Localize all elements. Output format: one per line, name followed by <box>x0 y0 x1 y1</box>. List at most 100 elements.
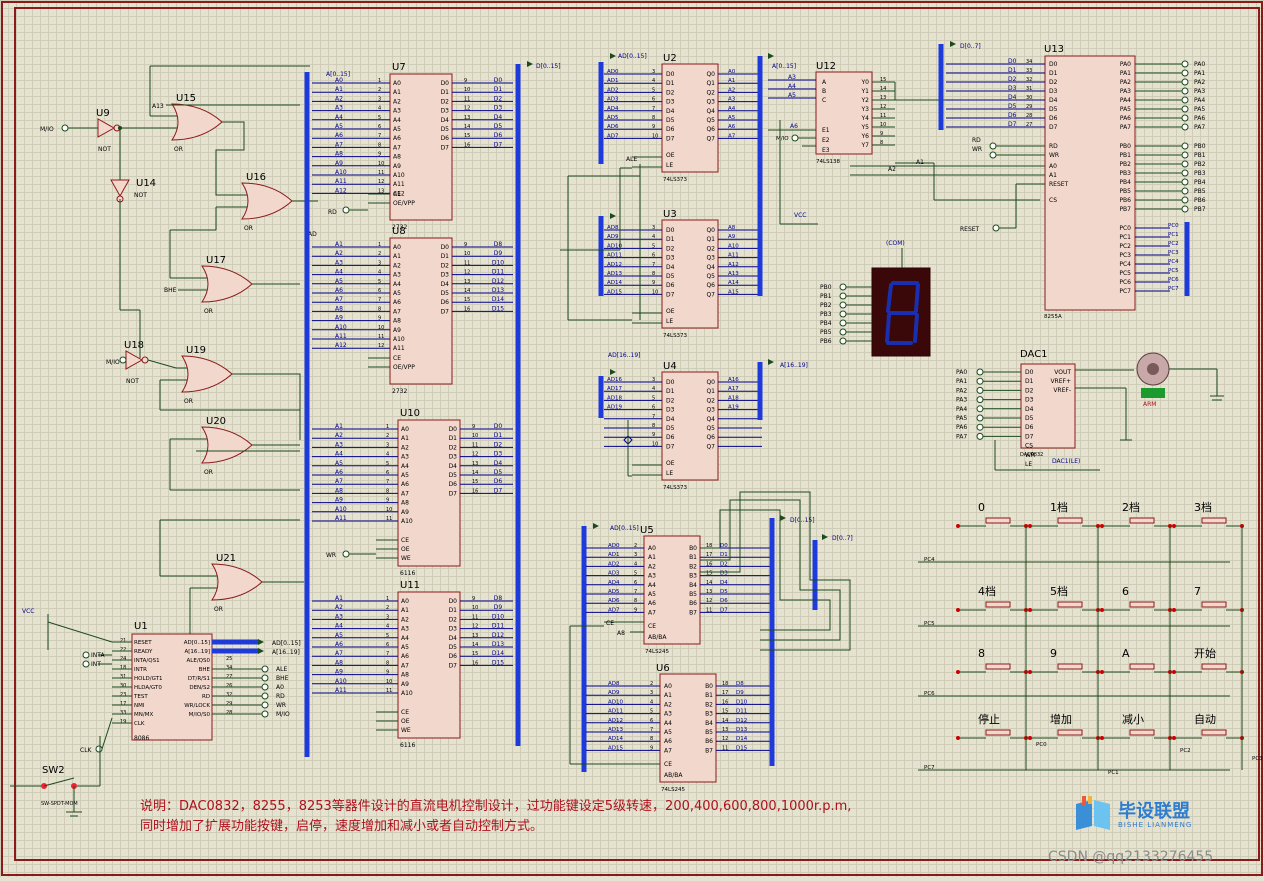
pin-number: 8 <box>652 423 655 429</box>
pin-number: 18 <box>722 681 728 687</box>
pin-number: 6 <box>378 288 381 294</box>
net-label: PC4 <box>924 557 935 563</box>
net-name: PC3 <box>1168 250 1179 256</box>
net-label: PA4 <box>956 406 967 413</box>
net-name: AD3 <box>607 97 619 103</box>
key-contact <box>956 608 960 612</box>
pin-number: 11 <box>464 260 470 266</box>
pin-name: D1 <box>666 388 675 395</box>
pin-name: D0 <box>666 227 675 234</box>
pin-number: 31 <box>1026 86 1032 92</box>
terminal <box>989 151 997 159</box>
net-label: A[16..19] <box>272 649 300 656</box>
pin-name: A6 <box>648 600 656 607</box>
net-name: A7 <box>335 296 343 303</box>
pin-name: D4 <box>666 416 675 423</box>
pin-number: 17 <box>722 690 728 696</box>
switch-part: SW-SPDT-MOM <box>41 801 78 807</box>
pin-name: PB6 <box>1119 197 1131 204</box>
pin-number: 1 <box>378 78 381 84</box>
pin-number: 16 <box>706 561 712 567</box>
gate-id: U18 <box>124 340 144 351</box>
pin-number: 9 <box>464 78 467 84</box>
pin-name: D5 <box>449 644 458 651</box>
net-name: D12 <box>492 278 504 285</box>
net-name: A8 <box>335 659 343 666</box>
pin-name: B7 <box>705 747 713 754</box>
pin-name: PA6 <box>1120 115 1131 122</box>
pin-name: WE <box>401 555 411 562</box>
pin-number: 8 <box>386 488 389 494</box>
description-line-1: 说明：DAC0832，8255，8253等器件设计的直流电机控制设计，过功能键设… <box>140 799 852 814</box>
pin-name: PA5 <box>1120 106 1131 113</box>
pin-name: D1 <box>449 435 458 442</box>
keypad-button <box>1057 517 1083 524</box>
watermark-logo <box>1072 796 1116 832</box>
net-arrow <box>768 359 774 365</box>
pin-name: D4 <box>449 463 458 470</box>
pin-name: PB3 <box>1119 170 1131 177</box>
pin-number: 4 <box>378 106 381 112</box>
chip-id: U6 <box>656 663 670 674</box>
net-label: PB2 <box>820 302 832 309</box>
net-name: D13 <box>736 727 748 733</box>
net-name: D3 <box>494 105 503 112</box>
pin-name: A7 <box>648 609 656 616</box>
pin-number: 12 <box>472 452 478 458</box>
pin-name: CE <box>664 761 672 768</box>
pin-number: 31 <box>120 674 126 680</box>
pin-number: 3 <box>652 225 655 231</box>
pin-name: Q6 <box>706 434 715 441</box>
pin-number: 11 <box>464 96 470 102</box>
chip-id: U8 <box>392 226 406 237</box>
pin-number: 7 <box>650 727 653 733</box>
wire <box>101 717 113 750</box>
pin-name: D7 <box>666 443 675 450</box>
pin-number: 15 <box>472 651 478 657</box>
pin-name: RD <box>202 694 210 700</box>
net-name: D0 <box>720 543 728 549</box>
pin-number: 13 <box>472 633 478 639</box>
net-name: A4 <box>728 106 736 112</box>
terminal <box>1181 60 1189 68</box>
pin-number: 2 <box>386 433 389 439</box>
net-name: AD3 <box>608 571 620 577</box>
or-gate-u17 <box>201 265 253 303</box>
net-label: PB4 <box>1194 179 1206 186</box>
gate-type: OR <box>184 398 193 405</box>
keypad-button <box>1201 601 1227 608</box>
chip-part: 74LS138 <box>816 159 841 165</box>
net-name: A6 <box>335 132 343 139</box>
pin-number: 9 <box>378 316 381 322</box>
chip-id: U10 <box>400 408 420 419</box>
pin-name: RESET <box>134 640 152 646</box>
wire <box>43 777 75 787</box>
net-com: (COM) <box>886 240 905 247</box>
net-name: A10 <box>728 243 739 249</box>
switch-id: SW2 <box>42 765 65 776</box>
pin-name: VOUT <box>1054 369 1071 376</box>
pin-name: Q4 <box>706 264 715 271</box>
pin-number: 10 <box>652 289 658 295</box>
net-arrow <box>610 213 616 219</box>
pin-number: 4 <box>650 699 653 705</box>
net-name: AD8 <box>607 225 619 231</box>
pin-number: 6 <box>378 124 381 130</box>
pin-number: 9 <box>652 124 655 130</box>
pin-name: D1 <box>441 253 450 260</box>
pin-name: D5 <box>441 126 450 133</box>
chip-part: 6116 <box>400 742 415 749</box>
pin-number: 29 <box>226 701 232 707</box>
pin-name: WR <box>1049 152 1059 159</box>
net-name: PC2 <box>1168 241 1179 247</box>
pin-name: D7 <box>666 291 675 298</box>
pin-name: OE <box>666 152 675 159</box>
pin-name: D6 <box>1025 424 1034 431</box>
pin-number: 16 <box>472 660 478 666</box>
pin-number: 4 <box>386 452 389 458</box>
pin-name: D2 <box>441 98 450 105</box>
net-name: A9 <box>335 669 343 676</box>
net-name: A6 <box>335 641 343 648</box>
chip-part: DAC0832 <box>1020 452 1043 458</box>
net-name: AD13 <box>608 727 623 733</box>
